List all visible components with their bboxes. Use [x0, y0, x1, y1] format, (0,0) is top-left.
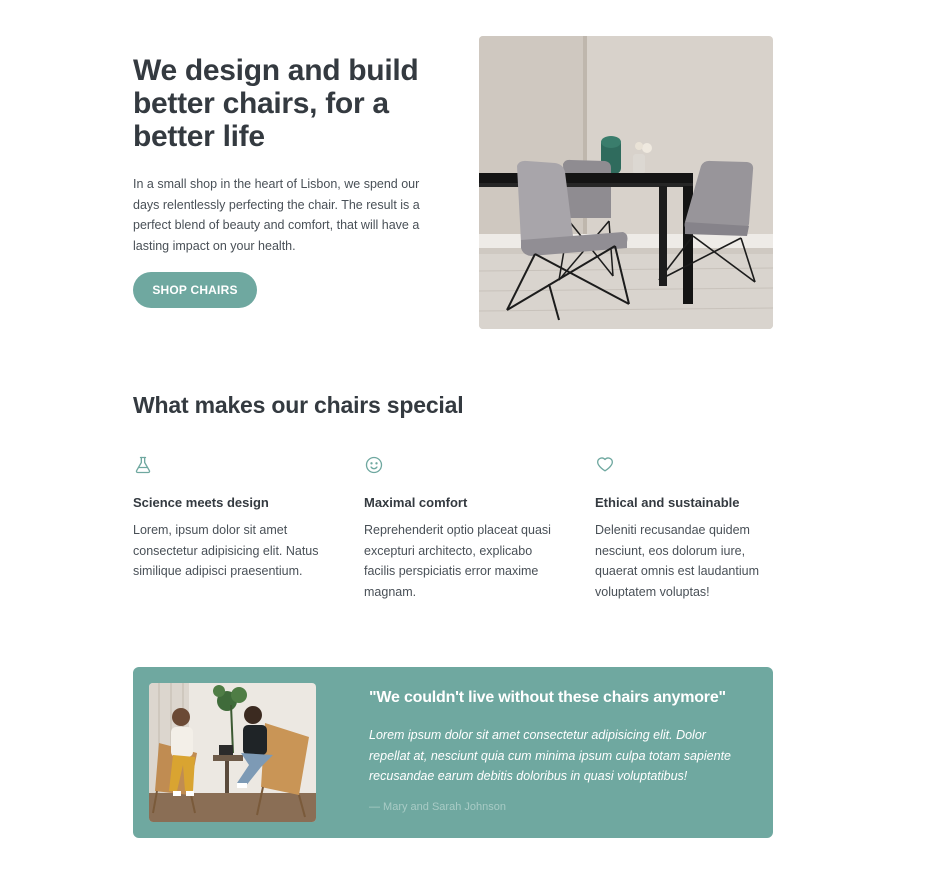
- shop-chairs-button[interactable]: SHOP CHAIRS: [133, 272, 257, 308]
- hero-image: [479, 36, 773, 329]
- smiley-icon: [365, 456, 383, 474]
- feature-text: Lorem, ipsum dolor sit amet consectetur …: [133, 523, 319, 578]
- feature-title: Maximal comfort: [364, 495, 468, 510]
- feature-ethical: Ethical and sustainable Deleniti recusan…: [595, 455, 785, 602]
- two-women-illustration: [149, 683, 316, 822]
- feature-title: Ethical and sustainable: [595, 495, 740, 510]
- feature-title: Science meets design: [133, 495, 269, 510]
- testimonial-image: [149, 683, 316, 822]
- hero-description: In a small shop in the heart of Lisbon, …: [133, 177, 420, 253]
- flask-icon: [135, 456, 151, 474]
- features-section-title: What makes our chairs special: [133, 392, 464, 418]
- testimonial-quote: "We couldn't live without these chairs a…: [369, 689, 726, 706]
- testimonial-author: — Mary and Sarah Johnson: [369, 801, 506, 813]
- feature-comfort: Maximal comfort Reprehenderit optio plac…: [364, 455, 554, 602]
- feature-text: Deleniti recusandae quidem nesciunt, eos…: [595, 523, 759, 599]
- feature-text: Reprehenderit optio placeat quasi except…: [364, 523, 551, 599]
- hero-title: We design and build better chairs, for a…: [133, 54, 419, 153]
- testimonial-text: Lorem ipsum dolor sit amet consectetur a…: [369, 728, 731, 783]
- dining-room-illustration: [479, 36, 773, 329]
- testimonial-card: "We couldn't live without these chairs a…: [133, 667, 773, 838]
- feature-science: Science meets design Lorem, ipsum dolor …: [133, 455, 323, 582]
- heart-icon: [597, 457, 613, 472]
